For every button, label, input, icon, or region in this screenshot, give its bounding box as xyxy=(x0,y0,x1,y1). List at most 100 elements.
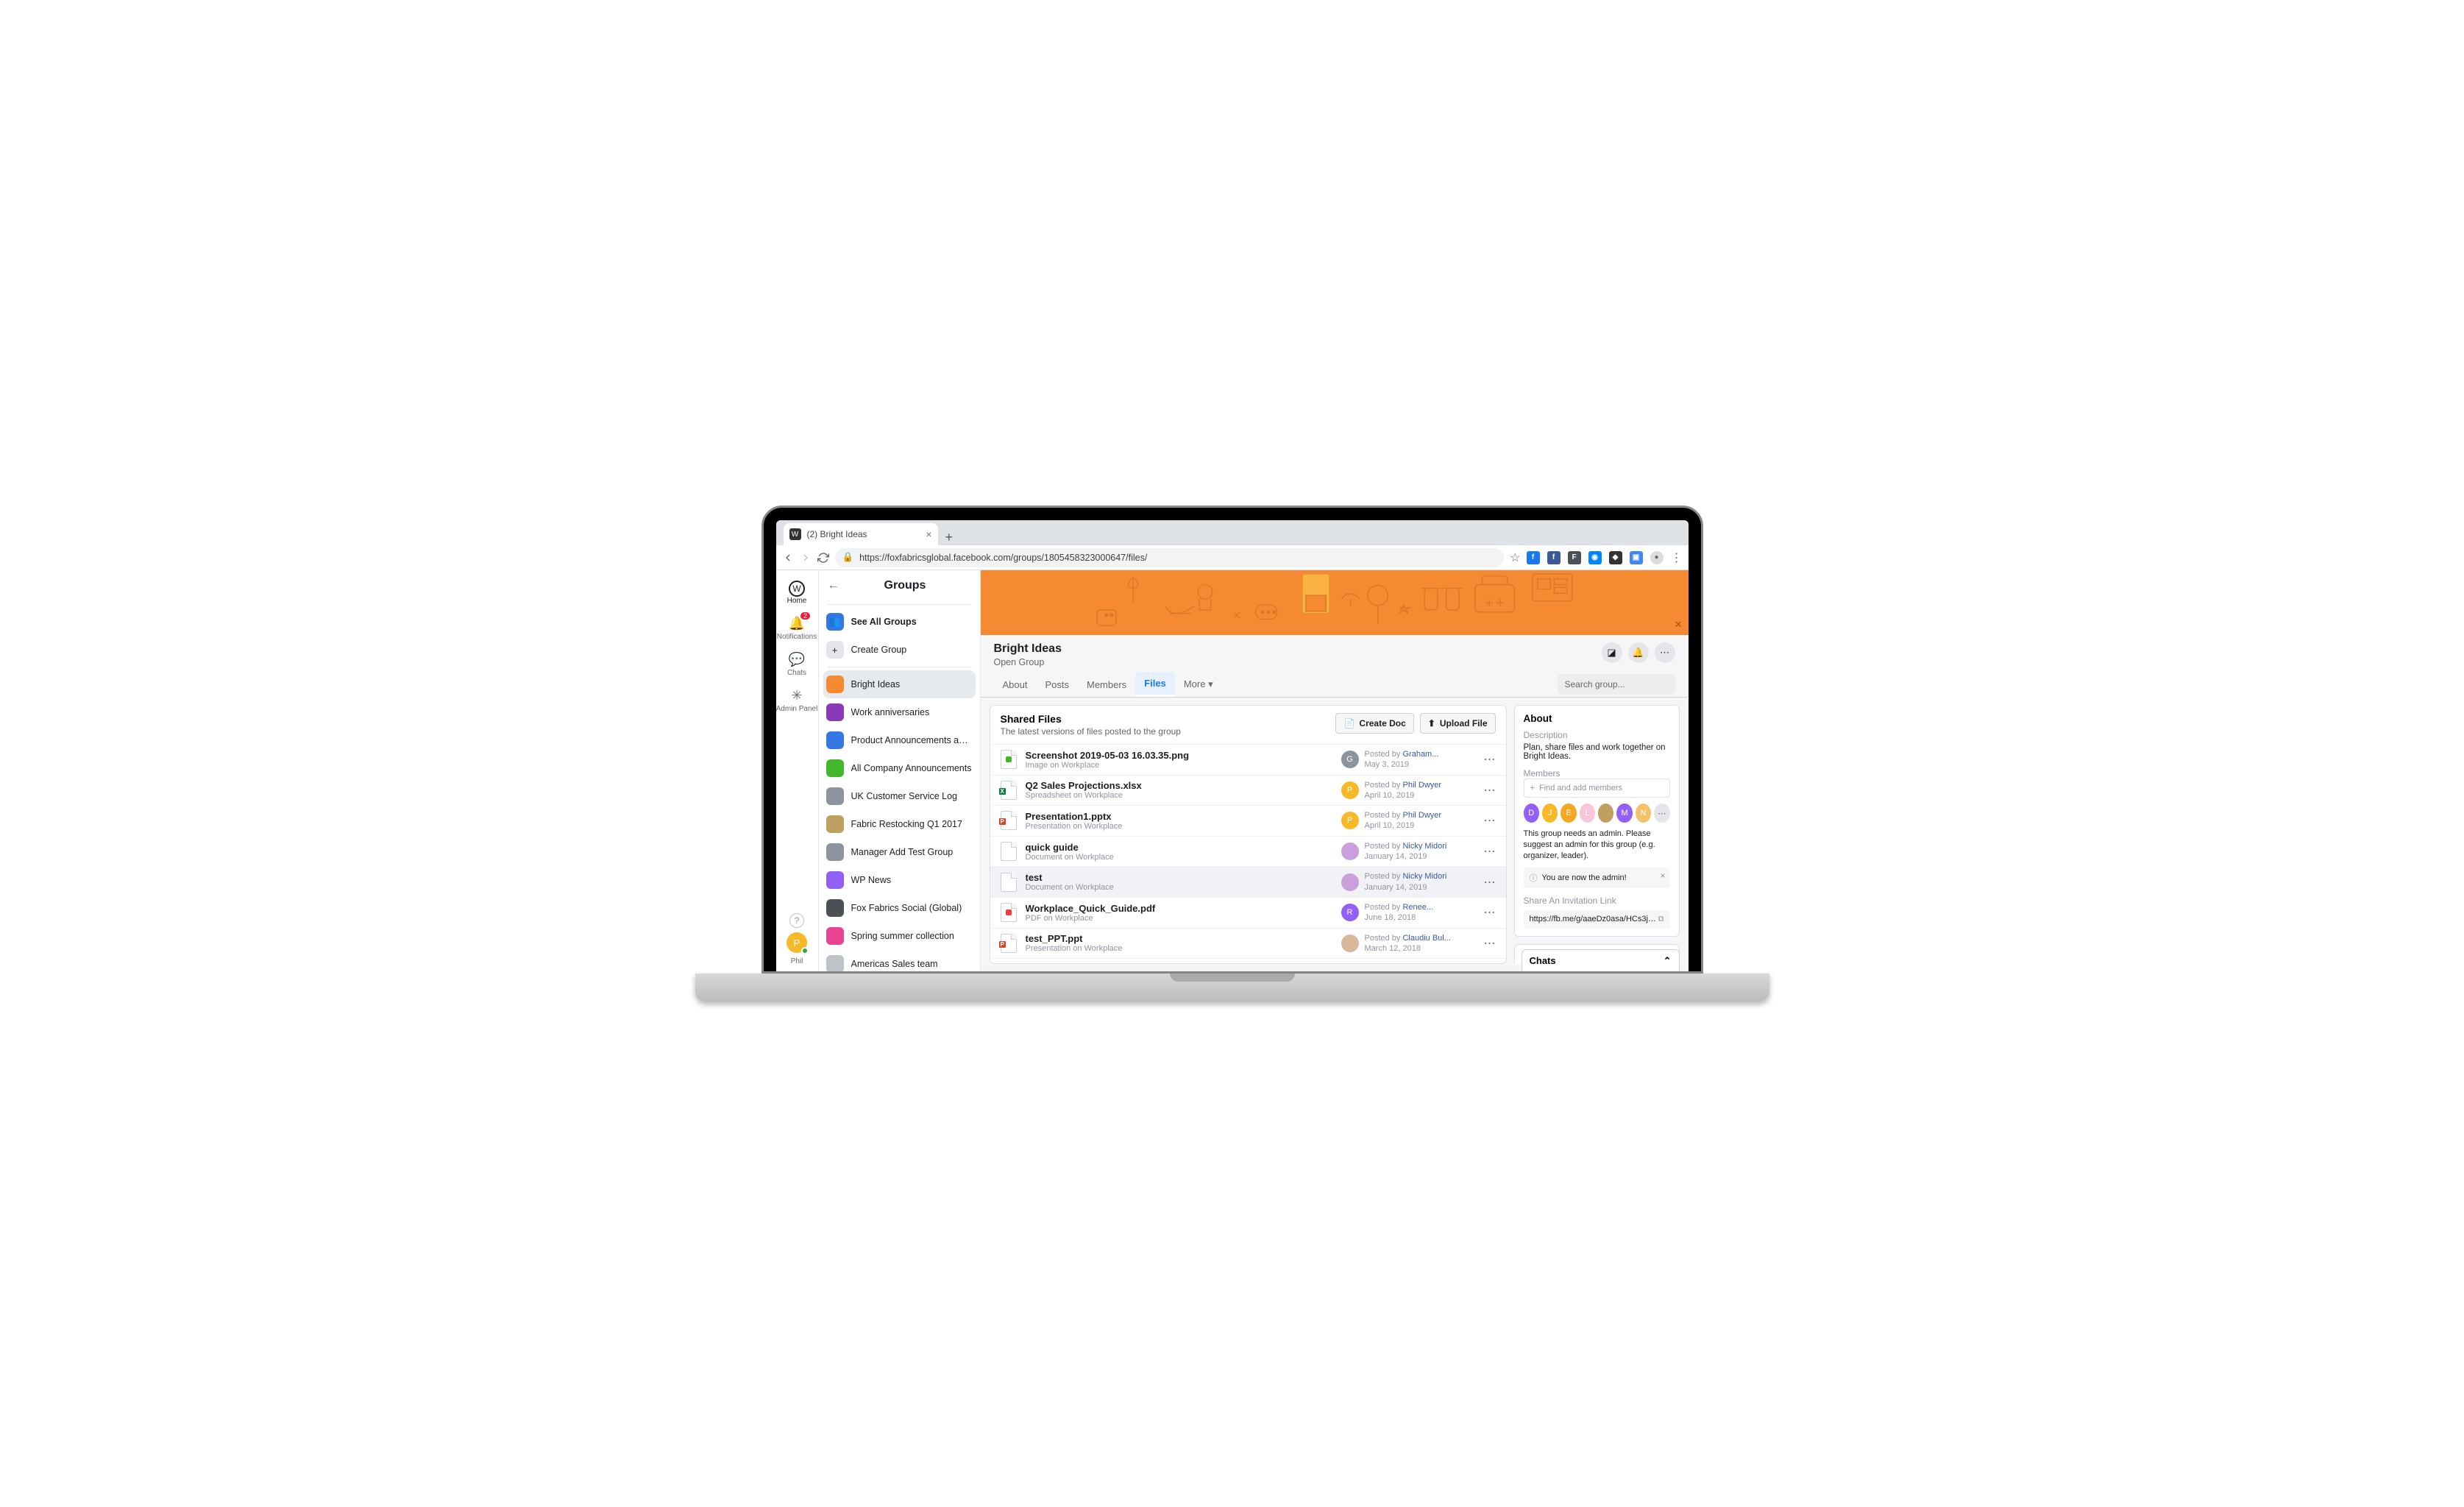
notifications-button[interactable]: 🔔 xyxy=(1628,642,1649,663)
cover-close-icon[interactable]: ✕ xyxy=(1675,619,1683,631)
address-bar[interactable]: 🔒 https://foxfabricsglobal.facebook.com/… xyxy=(835,548,1505,567)
group-label: Product Announcements and F... xyxy=(851,735,973,745)
panel-back-icon[interactable]: ← xyxy=(828,579,839,592)
more-members-button[interactable]: ⋯ xyxy=(1654,804,1669,823)
member-avatar[interactable]: N xyxy=(1636,804,1651,823)
file-row[interactable]: P Presentation1.pptxPresentation on Work… xyxy=(990,805,1506,836)
file-row[interactable]: testDocument on Workplace Posted by Nick… xyxy=(990,866,1506,897)
bookmark-icon[interactable]: ☆ xyxy=(1510,550,1520,565)
sidebar-group-item[interactable]: Product Announcements and F... xyxy=(819,726,980,754)
close-icon[interactable]: × xyxy=(1660,870,1665,881)
file-row[interactable]: P test_PPT.pptPresentation on Workplace … xyxy=(990,928,1506,959)
add-members-input[interactable]: + Find and add members xyxy=(1524,779,1670,798)
more-button[interactable]: ⋯ xyxy=(1655,642,1675,663)
extension-icon[interactable]: ▣ xyxy=(1630,551,1643,564)
tab-more[interactable]: More ▾ xyxy=(1175,673,1222,696)
upload-file-button[interactable]: ⬆Upload File xyxy=(1420,713,1496,734)
poster-name[interactable]: Claudiu Bul... xyxy=(1402,934,1450,943)
create-group-label: Create Group xyxy=(851,645,907,655)
extension-icon[interactable]: ◆ xyxy=(1609,551,1622,564)
nav-rail: W Home 🔔2 Notifications 💬 Chats ✳ Admin … xyxy=(776,570,819,971)
group-label: All Company Announcements xyxy=(851,763,972,773)
create-doc-button[interactable]: 📄Create Doc xyxy=(1335,713,1413,734)
sidebar-group-item[interactable]: Fabric Restocking Q1 2017 xyxy=(819,810,980,838)
group-icon xyxy=(826,676,844,693)
panel-title: Groups xyxy=(854,579,971,592)
desc-label: Description xyxy=(1524,730,1670,740)
file-actions-menu[interactable]: ⋯ xyxy=(1481,783,1496,798)
create-group[interactable]: + Create Group xyxy=(819,636,980,664)
extension-icon[interactable]: f xyxy=(1547,551,1561,564)
presence-dot xyxy=(801,947,809,954)
user-avatar[interactable]: P xyxy=(787,932,807,953)
sidebar-group-item[interactable]: Fox Fabrics Social (Global) xyxy=(819,894,980,922)
member-avatar[interactable] xyxy=(1598,804,1613,823)
groups-icon: 👥 xyxy=(826,613,844,631)
user-name: Phil xyxy=(791,957,803,965)
sidebar-group-item[interactable]: Spring summer collection xyxy=(819,922,980,950)
poster-name[interactable]: Renee... xyxy=(1402,903,1433,912)
tab-members[interactable]: Members xyxy=(1078,673,1135,696)
copy-icon[interactable]: ⧉ xyxy=(1658,915,1664,924)
tab-about[interactable]: About xyxy=(994,673,1037,696)
file-row[interactable]: Screenshot 2019-05-03 16.03.35.pngImage … xyxy=(990,744,1506,775)
share-button[interactable]: ◪ xyxy=(1602,642,1622,663)
reload-icon[interactable] xyxy=(817,552,829,564)
chat-dock[interactable]: Chats ⌃ xyxy=(1522,949,1680,971)
tab-posts[interactable]: Posts xyxy=(1036,673,1078,696)
rail-home[interactable]: W Home xyxy=(776,576,818,609)
extension-icon[interactable]: f xyxy=(1527,551,1540,564)
poster-name[interactable]: Graham... xyxy=(1402,750,1438,759)
sidebar-group-item[interactable]: Work anniversaries xyxy=(819,698,980,726)
file-actions-menu[interactable]: ⋯ xyxy=(1481,752,1496,767)
sidebar-group-item[interactable]: Americas Sales team xyxy=(819,950,980,971)
group-label: Bright Ideas xyxy=(851,679,901,689)
extension-icon[interactable]: ◉ xyxy=(1588,551,1602,564)
member-avatar[interactable]: E xyxy=(1561,804,1576,823)
group-search-input[interactable]: Search group... xyxy=(1558,674,1675,695)
poster-name[interactable]: Nicky Midori xyxy=(1402,872,1446,881)
browser-menu-icon[interactable]: ⋮ xyxy=(1671,550,1683,565)
poster-avatar xyxy=(1341,843,1359,860)
poster-name[interactable]: Nicky Midori xyxy=(1402,842,1446,851)
group-cover: ✕ xyxy=(981,570,1689,635)
sidebar-group-item[interactable]: Manager Add Test Group xyxy=(819,838,980,866)
file-row[interactable]: X Q2 Sales Projections.xlsxSpreadsheet o… xyxy=(990,775,1506,806)
help-icon[interactable]: ? xyxy=(789,913,804,928)
file-row[interactable]: quick guideDocument on Workplace Posted … xyxy=(990,836,1506,867)
user-initial: P xyxy=(794,937,800,948)
file-name: quick guide xyxy=(1026,842,1341,853)
nav-forward-icon[interactable] xyxy=(800,552,812,564)
sidebar-group-item[interactable]: UK Customer Service Log xyxy=(819,782,980,810)
file-actions-menu[interactable]: ⋯ xyxy=(1481,905,1496,920)
rail-chats[interactable]: 💬 Chats xyxy=(776,645,818,681)
member-avatar[interactable]: J xyxy=(1542,804,1558,823)
sidebar-group-item[interactable]: WP News xyxy=(819,866,980,894)
extension-icon[interactable]: F xyxy=(1568,551,1581,564)
file-actions-menu[interactable]: ⋯ xyxy=(1481,936,1496,951)
rail-admin[interactable]: ✳ Admin Panel xyxy=(776,681,818,717)
browser-tab[interactable]: W (2) Bright Ideas × xyxy=(784,523,938,545)
file-actions-menu[interactable]: ⋯ xyxy=(1481,844,1496,859)
invite-url: https://fb.me/g/aaeDz0asa/HCs3jtbU xyxy=(1530,915,1658,923)
rail-notifications[interactable]: 🔔2 Notifications xyxy=(776,609,818,645)
poster-name[interactable]: Phil Dwyer xyxy=(1402,781,1441,790)
poster-name[interactable]: Phil Dwyer xyxy=(1402,811,1441,820)
sidebar-group-item[interactable]: All Company Announcements xyxy=(819,754,980,782)
file-row[interactable]: W test_DOCX.docxDocument on Workplace Po… xyxy=(990,958,1506,963)
new-tab-button[interactable]: + xyxy=(938,530,961,545)
groups-panel: ← Groups 👥 See All Groups + Create Group… xyxy=(819,570,981,971)
close-tab-icon[interactable]: × xyxy=(926,528,931,540)
file-actions-menu[interactable]: ⋯ xyxy=(1481,813,1496,828)
member-avatar[interactable]: D xyxy=(1524,804,1539,823)
file-actions-menu[interactable]: ⋯ xyxy=(1481,875,1496,890)
file-row[interactable]: Workplace_Quick_Guide.pdfPDF on Workplac… xyxy=(990,897,1506,928)
tab-files[interactable]: Files xyxy=(1135,672,1175,697)
nav-back-icon[interactable] xyxy=(782,552,794,564)
member-avatar[interactable]: M xyxy=(1616,804,1632,823)
profile-icon[interactable]: ● xyxy=(1650,551,1664,564)
invite-link-box[interactable]: https://fb.me/g/aaeDz0asa/HCs3jtbU ⧉ xyxy=(1524,910,1670,929)
see-all-groups[interactable]: 👥 See All Groups xyxy=(819,608,980,636)
sidebar-group-item[interactable]: Bright Ideas xyxy=(823,670,976,698)
member-avatar[interactable]: L xyxy=(1580,804,1595,823)
